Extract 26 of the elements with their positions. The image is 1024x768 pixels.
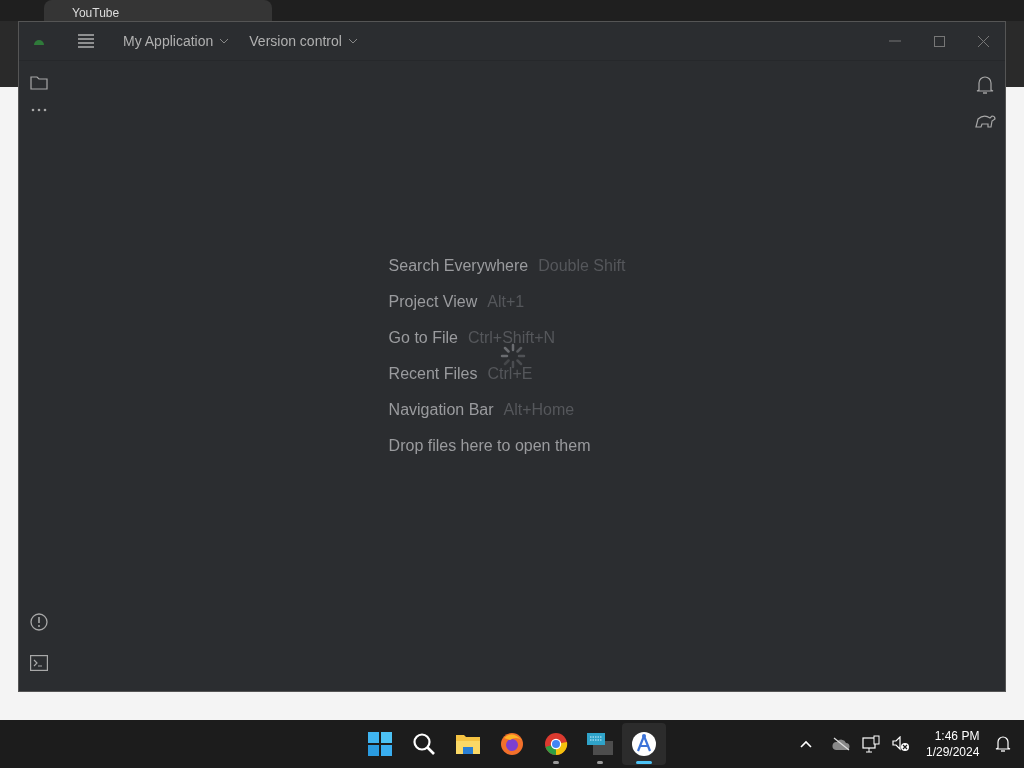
- hint-action: Navigation Bar: [388, 400, 494, 420]
- project-dropdown[interactable]: My Application: [113, 30, 240, 52]
- chevron-up-icon[interactable]: [800, 740, 812, 748]
- network-icon[interactable]: [862, 735, 880, 753]
- cloud-offline-icon[interactable]: [832, 737, 850, 751]
- hint-action: Recent Files: [388, 364, 478, 384]
- caret-icon: [219, 38, 230, 44]
- hint-action: Search Everywhere: [388, 256, 529, 276]
- more-icon[interactable]: [31, 108, 47, 112]
- hint-action: Project View: [388, 292, 478, 312]
- volume-muted-icon[interactable]: [892, 736, 910, 752]
- hint-action: Drop files here to open them: [388, 436, 591, 456]
- problems-icon[interactable]: [30, 613, 48, 631]
- maximize-icon[interactable]: [933, 35, 945, 47]
- terminal-icon[interactable]: [30, 655, 48, 671]
- turtle-icon[interactable]: [974, 113, 996, 129]
- compass-badge-icon[interactable]: [622, 723, 666, 765]
- clock-time[interactable]: 1:46 PM: [926, 728, 980, 744]
- clock-date[interactable]: 1/29/2024: [926, 744, 980, 760]
- close-icon[interactable]: [977, 35, 989, 47]
- vcs-dropdown[interactable]: Version control: [239, 30, 368, 52]
- notification-bell-icon[interactable]: [995, 735, 1012, 753]
- caret-icon: [347, 38, 358, 44]
- hint-action: Go to File: [388, 328, 458, 348]
- android-icon: [33, 37, 45, 45]
- tab-title[interactable]: YouTube: [72, 4, 120, 22]
